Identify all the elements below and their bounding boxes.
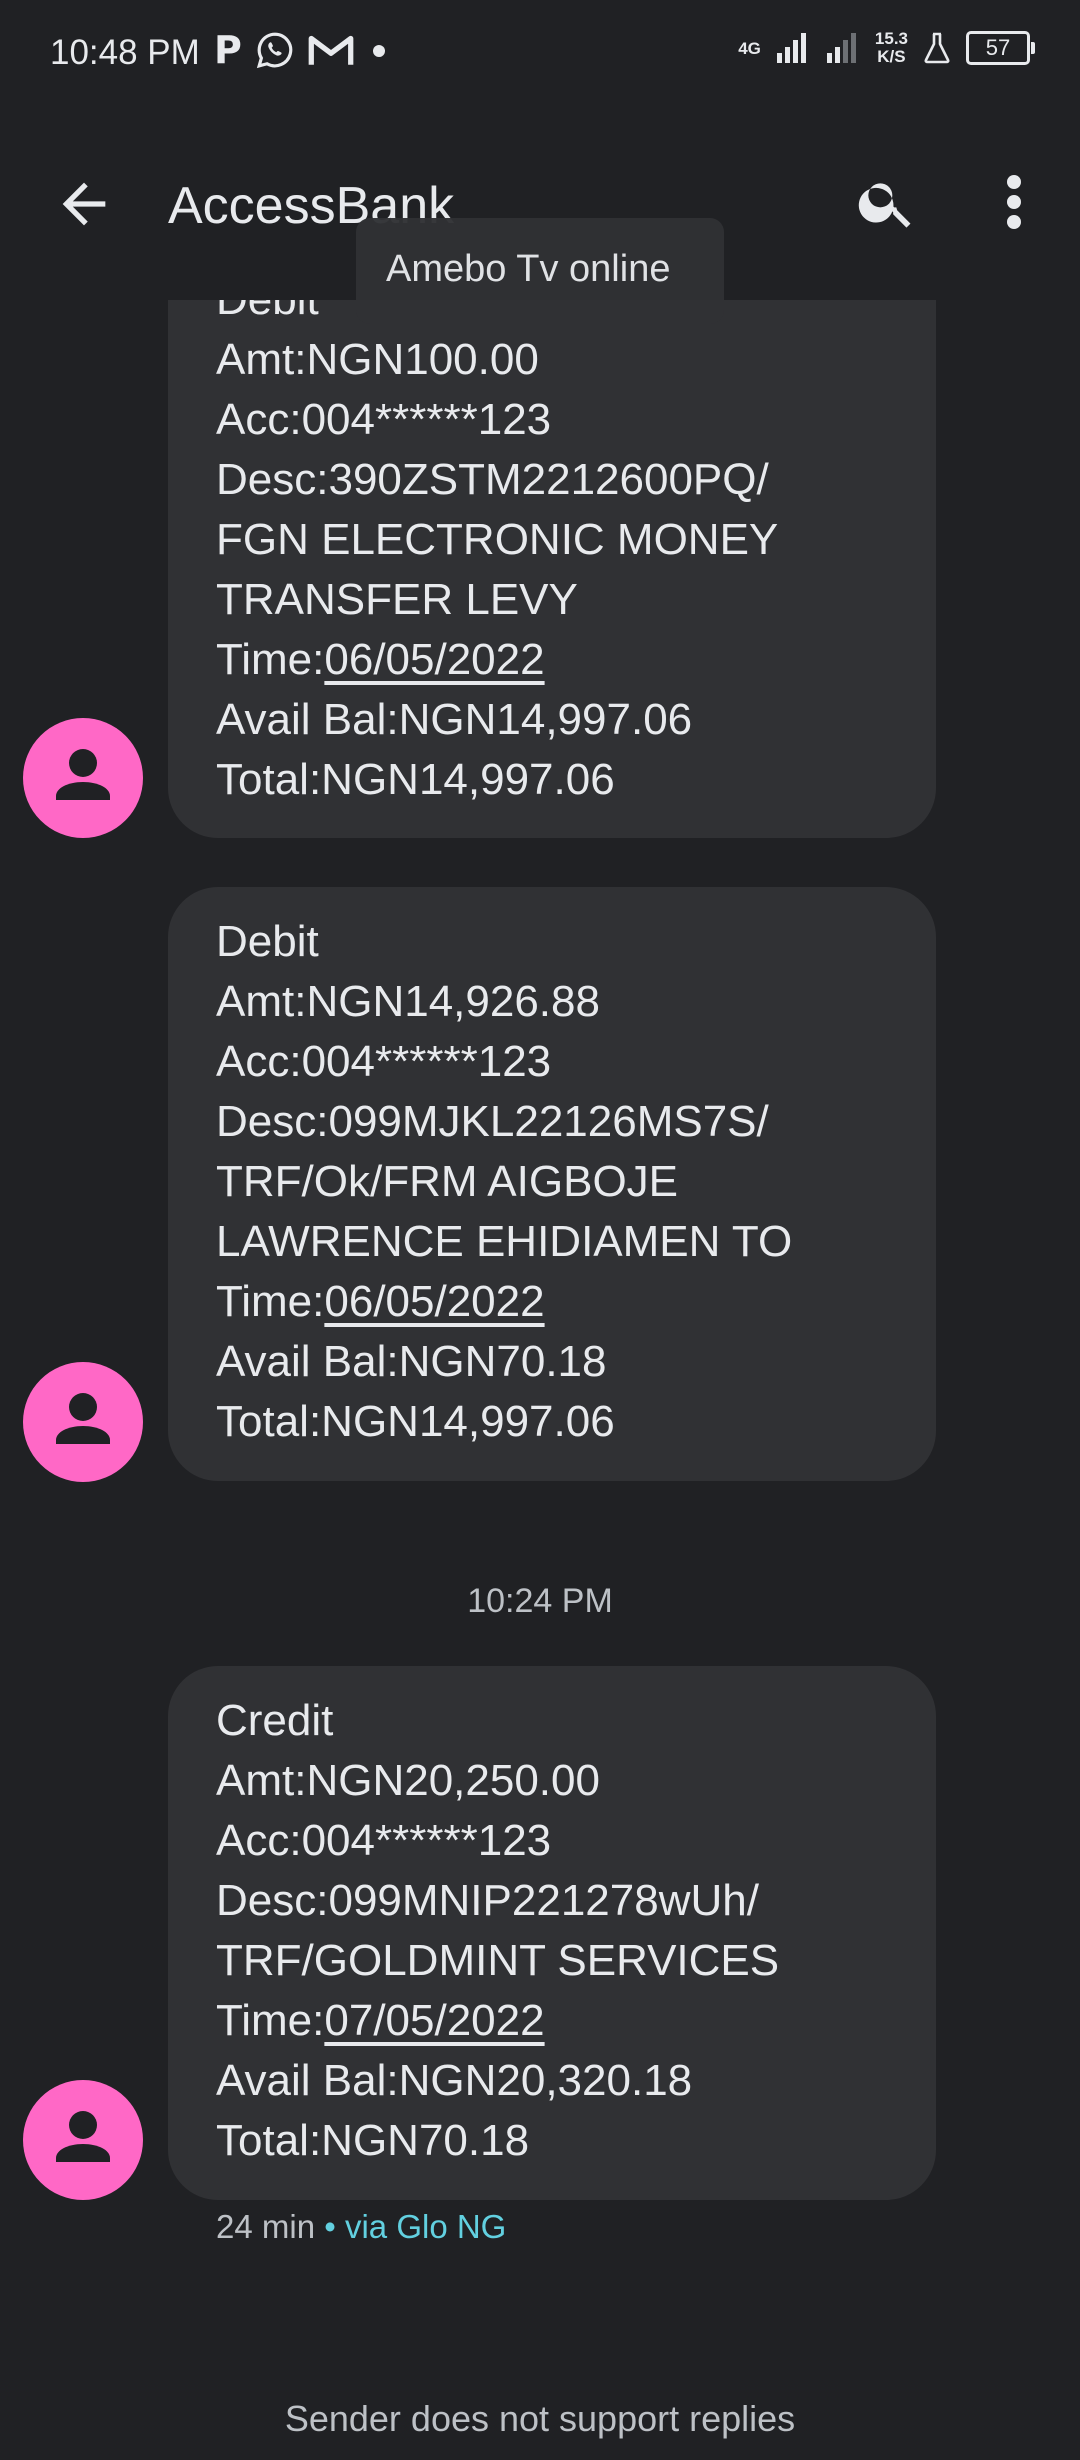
message-line: Desc:099MNIP221278wUh/ — [216, 1876, 759, 1925]
message-line: Amt:NGN20,250.00 — [216, 1756, 600, 1805]
signal-icon — [776, 33, 806, 63]
message-bubble[interactable]: Credit Amt:NGN20,250.00 Acc:004******123… — [168, 1666, 936, 2200]
signal-icon-secondary — [826, 33, 856, 63]
message-line: LAWRENCE EHIDIAMEN TO — [216, 1217, 793, 1266]
notification-icons: P — [214, 28, 390, 72]
sender-avatar[interactable] — [23, 1362, 143, 1482]
message-line: Credit — [216, 1696, 334, 1745]
message-line: Amt:NGN100.00 — [216, 335, 539, 384]
person-icon — [56, 1393, 110, 1444]
date-link[interactable]: 07/05/2022 — [324, 1996, 544, 2045]
person-icon — [56, 2111, 110, 2162]
message-total: Total:NGN14,997.06 — [216, 1397, 615, 1446]
system-icons: 4G 15.3 K/S 57 — [738, 30, 1035, 66]
flask-icon — [924, 32, 950, 64]
message-line: Desc:099MJKL22126MS7S/ — [216, 1097, 769, 1146]
message-line: Desc:390ZSTM2212600PQ/ — [216, 455, 769, 504]
dot-icon — [372, 45, 385, 57]
message-balance: Avail Bal:NGN70.18 — [216, 1337, 607, 1386]
back-arrow-icon[interactable] — [52, 172, 116, 236]
message-line: Acc:004******123 — [216, 395, 552, 444]
status-time: 10:48 PM — [50, 33, 200, 72]
network-speed-unit: K/S — [877, 47, 906, 66]
message-time-line: Time:06/05/2022 — [216, 635, 545, 685]
p-app-icon: P — [214, 28, 242, 72]
time-prefix: Time: — [216, 1277, 325, 1326]
meta-separator: • — [324, 2208, 336, 2245]
message-total: Total:NGN14,997.06 — [216, 755, 615, 804]
message-age: 24 min — [216, 2208, 316, 2245]
network-speed: 15.3 K/S — [875, 30, 908, 66]
time-prefix: Time: — [216, 1996, 325, 2045]
message-balance: Avail Bal:NGN20,320.18 — [216, 2056, 693, 2105]
battery-icon: 57 — [966, 31, 1035, 65]
person-icon — [56, 749, 110, 800]
sender-avatar[interactable] — [23, 2080, 143, 2200]
sender-avatar[interactable] — [23, 718, 143, 838]
toast-text: Amebo Tv online — [386, 248, 671, 290]
message-line: Acc:004******123 — [216, 1037, 552, 1086]
message-line: TRANSFER LEVY — [216, 575, 578, 624]
date-link[interactable]: 06/05/2022 — [324, 635, 544, 684]
message-total: Total:NGN70.18 — [216, 2116, 530, 2165]
whatsapp-icon — [256, 32, 293, 69]
gmail-icon — [308, 35, 354, 65]
message-time-line: Time:06/05/2022 — [216, 1277, 545, 1327]
message-bubble[interactable]: Debit Amt:NGN14,926.88 Acc:004******123 … — [168, 887, 936, 1481]
message-line: TRF/GOLDMINT SERVICES — [216, 1936, 780, 1985]
reply-unsupported-notice: Sender does not support replies — [284, 2398, 796, 2439]
message-meta: 24 min • via Glo NG — [216, 2208, 506, 2246]
status-bar: 10:48 PM P 4G 15.3 K/S 57 — [0, 0, 1080, 110]
app-bar: AccessBank Amebo Tv online — [0, 110, 1080, 324]
message-time-line: Time:07/05/2022 — [216, 1996, 545, 2046]
message-line: FGN ELECTRONIC MONEY — [216, 515, 779, 564]
message-line: Debit — [216, 917, 319, 966]
message-balance: Avail Bal:NGN14,997.06 — [216, 695, 693, 744]
carrier-label: via Glo NG — [344, 2208, 507, 2245]
time-prefix: Time: — [216, 635, 325, 684]
search-icon[interactable] — [855, 170, 919, 234]
network-speed-value: 15.3 — [874, 29, 908, 48]
message-line: Acc:004******123 — [216, 1816, 552, 1865]
message-line: TRF/Ok/FRM AIGBOJE — [216, 1157, 679, 1206]
message-line: Amt:NGN14,926.88 — [216, 977, 600, 1026]
toast-notification: Amebo Tv online — [356, 218, 724, 324]
network-type: 4G — [738, 38, 761, 58]
more-options-icon[interactable] — [990, 170, 1038, 234]
conversation-timestamp: 10:24 PM — [467, 1582, 613, 1620]
date-link[interactable]: 06/05/2022 — [324, 1277, 544, 1326]
